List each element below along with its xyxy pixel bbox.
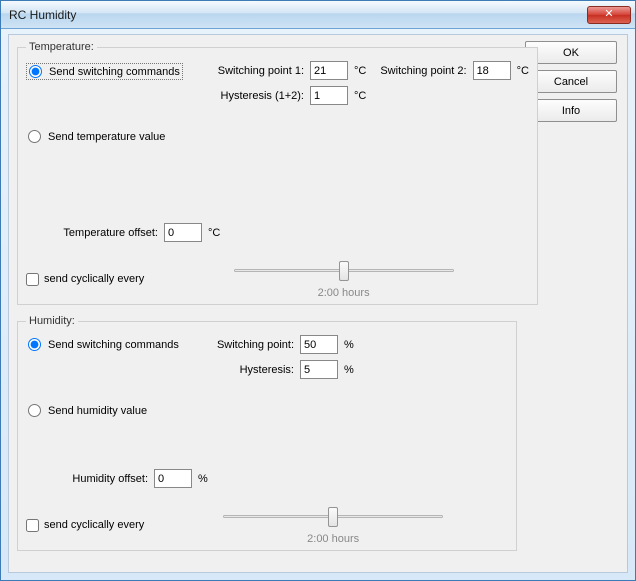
slider-thumb[interactable] — [339, 261, 349, 281]
hum-cyclic-slider[interactable] — [223, 505, 443, 529]
temp-send-switching-radio[interactable]: Send switching commands — [26, 63, 183, 80]
hum-send-switching-label: Send switching commands — [48, 339, 179, 351]
hum-hyst-label: Hysteresis: — [204, 364, 294, 376]
side-buttons: OK Cancel Info — [525, 41, 621, 128]
hum-send-value-radio[interactable]: Send humidity value — [26, 403, 149, 418]
temp-send-value-label: Send temperature value — [48, 131, 165, 143]
temp-sp1-input[interactable] — [310, 61, 348, 80]
temp-sp2-unit: °C — [517, 65, 529, 77]
hum-cyclic-label: send cyclically every — [44, 519, 144, 531]
temp-hyst-unit: °C — [354, 90, 366, 102]
window-title: RC Humidity — [9, 8, 587, 22]
hum-hyst-input[interactable] — [300, 360, 338, 379]
content: Temperature: Send switching commands Swi… — [17, 35, 517, 572]
hum-cyclic-checkbox-input[interactable] — [26, 519, 39, 532]
temp-cyclic-slider-wrap: 2:00 hours — [158, 259, 529, 299]
temperature-legend: Temperature: — [26, 41, 97, 53]
hum-hyst-unit: % — [344, 364, 354, 376]
hum-send-value-radio-input[interactable] — [28, 404, 41, 417]
temp-cyclic-label: send cyclically every — [44, 273, 144, 285]
temp-send-switching-radio-input[interactable] — [29, 65, 42, 78]
temp-sp2-label: Switching point 2: — [380, 65, 466, 77]
close-icon[interactable]: ✕ — [587, 6, 631, 24]
humidity-group: Humidity: Send switching commands Switch… — [17, 315, 517, 551]
hum-offset-unit: % — [198, 473, 208, 485]
temp-offset-label: Temperature offset: — [58, 227, 158, 239]
hum-sp-unit: % — [344, 339, 354, 351]
cancel-button[interactable]: Cancel — [525, 70, 617, 93]
hum-send-value-label: Send humidity value — [48, 405, 147, 417]
temp-cyclic-checkbox-input[interactable] — [26, 273, 39, 286]
dialog-window: RC Humidity ✕ OK Cancel Info Temperature… — [0, 0, 636, 581]
titlebar: RC Humidity ✕ — [1, 1, 635, 29]
temp-cyclic-checkbox[interactable]: send cyclically every — [26, 273, 144, 286]
info-button[interactable]: Info — [525, 99, 617, 122]
hum-sp-input[interactable] — [300, 335, 338, 354]
hum-offset-label: Humidity offset: — [58, 473, 148, 485]
temp-send-value-radio[interactable]: Send temperature value — [26, 129, 167, 144]
temp-sp1-label: Switching point 1: — [204, 65, 304, 77]
hum-cyclic-caption: 2:00 hours — [307, 533, 359, 545]
hum-cyclic-checkbox[interactable]: send cyclically every — [26, 519, 144, 532]
temp-sp1-unit: °C — [354, 65, 366, 77]
temp-offset-unit: °C — [208, 227, 220, 239]
temp-hyst-input[interactable] — [310, 86, 348, 105]
slider-thumb[interactable] — [328, 507, 338, 527]
hum-offset-input[interactable] — [154, 469, 192, 488]
temp-cyclic-slider[interactable] — [234, 259, 454, 283]
hum-cyclic-slider-wrap: 2:00 hours — [158, 505, 508, 545]
client-area: OK Cancel Info Temperature: Send switchi… — [8, 34, 628, 573]
humidity-legend: Humidity: — [26, 315, 78, 327]
hum-send-switching-radio[interactable]: Send switching commands — [26, 337, 181, 352]
temp-send-switching-label: Send switching commands — [49, 66, 180, 78]
hum-sp-label: Switching point: — [204, 339, 294, 351]
temp-offset-input[interactable] — [164, 223, 202, 242]
temperature-group: Temperature: Send switching commands Swi… — [17, 41, 538, 305]
temp-sp2-input[interactable] — [473, 61, 511, 80]
hum-send-switching-radio-input[interactable] — [28, 338, 41, 351]
temp-send-value-radio-input[interactable] — [28, 130, 41, 143]
ok-button[interactable]: OK — [525, 41, 617, 64]
temp-cyclic-caption: 2:00 hours — [318, 287, 370, 299]
temp-hyst-label: Hysteresis (1+2): — [204, 90, 304, 102]
